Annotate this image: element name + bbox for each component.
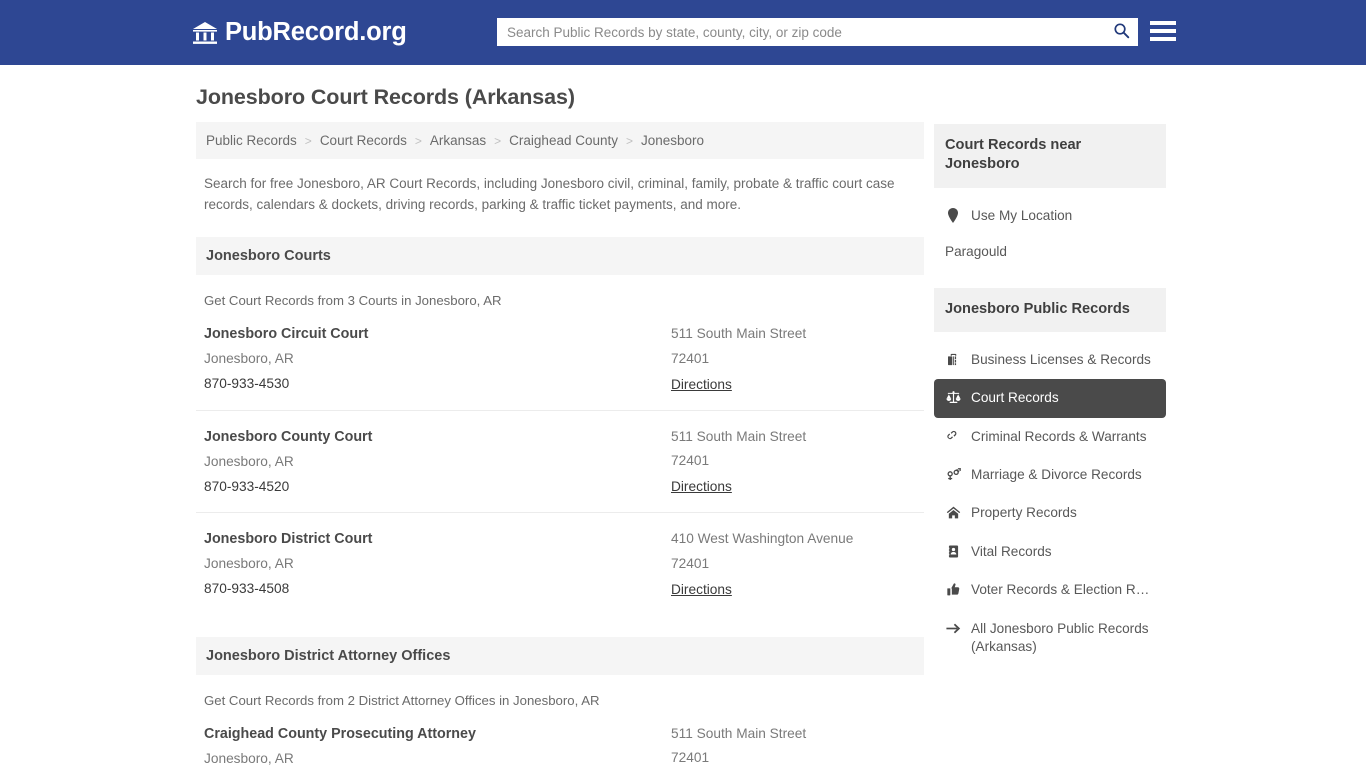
- handcuffs-icon: [945, 428, 961, 444]
- sidebar-near-heading: Court Records near Jonesboro: [934, 124, 1166, 188]
- listing-directions-link[interactable]: Directions: [671, 479, 732, 495]
- search-input[interactable]: [497, 18, 1104, 46]
- sidebar-records-list: Business Licenses & Records Court Records…: [934, 341, 1166, 666]
- listing-title[interactable]: Jonesboro District Court: [204, 531, 671, 547]
- breadcrumb-item-jonesboro[interactable]: Jonesboro: [641, 133, 704, 148]
- sidebar-records-heading: Jonesboro Public Records: [934, 287, 1166, 333]
- listing-row: Jonesboro Circuit Court Jonesboro, AR 870-…: [196, 308, 924, 411]
- venus-mars-icon: [945, 466, 961, 482]
- sidebar-item-label: Voter Records & Election R…: [971, 582, 1150, 598]
- site-logo-text: PubRecord.org: [225, 17, 407, 46]
- page-title: Jonesboro Court Records (Arkansas): [196, 85, 575, 109]
- search-button[interactable]: [1104, 18, 1138, 46]
- home-icon: [945, 504, 961, 520]
- page-intro-text: Search for free Jonesboro, AR Court Reco…: [204, 176, 895, 212]
- thumbs-up-icon: [945, 581, 961, 597]
- bank-icon: [192, 21, 218, 45]
- listing-directions-link[interactable]: Directions: [671, 377, 732, 393]
- listing-phone[interactable]: 870-933-4520: [204, 479, 671, 495]
- listing-address: 511 South Main Street: [671, 428, 807, 444]
- listing-left-column: Jonesboro District Court Jonesboro, AR 870…: [204, 531, 671, 599]
- sidebar-item-voter-records-election-r[interactable]: Voter Records & Election R…: [934, 571, 1166, 609]
- site-logo[interactable]: PubRecord.org: [192, 17, 407, 46]
- sidebar-item-label: Criminal Records & Warrants: [971, 428, 1147, 444]
- listing-row: Jonesboro District Court Jonesboro, AR 870…: [196, 513, 924, 615]
- breadcrumb-item-court-records[interactable]: Court Records: [320, 133, 407, 148]
- sidebar-nearby-place-paragould[interactable]: Paragould: [934, 235, 1166, 268]
- records-section: Jonesboro District Attorney Offices Get C…: [196, 636, 924, 768]
- listing-city-state: Jonesboro, AR: [204, 351, 294, 367]
- sidebar-item-label: All Jonesboro Public Records (Arkansas): [971, 620, 1149, 654]
- listing-phone[interactable]: 870-933-4508: [204, 581, 671, 597]
- sidebar-near-list: Use My Location Paragould: [934, 197, 1166, 268]
- id-card-icon: [945, 543, 961, 559]
- listing-zip: 72401: [671, 453, 710, 469]
- sections-container: Jonesboro Courts Get Court Records from 3…: [196, 237, 924, 768]
- listing-left-column: Jonesboro County Court Jonesboro, AR 870-9…: [204, 429, 671, 497]
- sidebar-item-label: Vital Records: [971, 543, 1052, 559]
- listing-title[interactable]: Jonesboro Circuit Court: [204, 326, 671, 342]
- listing-left-column: Jonesboro Circuit Court Jonesboro, AR 870-…: [204, 326, 671, 394]
- hamburger-menu-icon[interactable]: [1150, 18, 1176, 44]
- section-subheading: Get Court Records from 2 District Attorn…: [204, 692, 600, 708]
- breadcrumb-separator: >: [304, 133, 312, 148]
- listing-city-state: Jonesboro, AR: [204, 750, 294, 766]
- sidebar: Court Records near Jonesboro Use My Loca…: [934, 124, 1166, 666]
- map-pin-icon: [945, 207, 961, 223]
- listing-zip: 72401: [671, 555, 710, 571]
- breadcrumb-item-public-records[interactable]: Public Records: [206, 133, 297, 148]
- breadcrumb-separator: >: [626, 133, 634, 148]
- section-subheading: Get Court Records from 3 Courts in Jones…: [204, 293, 502, 309]
- breadcrumb-separator: >: [494, 133, 502, 148]
- sidebar-item-marriage-divorce-records[interactable]: Marriage & Divorce Records: [934, 456, 1166, 494]
- breadcrumb: Public Records > Court Records > Arkansas > Cr…: [196, 122, 924, 159]
- listing-address: 511 South Main Street: [671, 326, 807, 342]
- arrow-right-icon: [945, 620, 961, 636]
- use-my-location-label: Use My Location: [971, 207, 1073, 223]
- sidebar-item-all-jonesboro-public-records-arkansas[interactable]: All Jonesboro Public Records (Arkansas): [934, 610, 1166, 667]
- breadcrumb-item-arkansas[interactable]: Arkansas: [430, 133, 486, 148]
- listing-phone[interactable]: 870-933-4530: [204, 376, 671, 392]
- sidebar-item-court-records[interactable]: Court Records: [934, 379, 1166, 418]
- listing-title[interactable]: Jonesboro County Court: [204, 429, 671, 445]
- breadcrumb-item-craighead-county[interactable]: Craighead County: [509, 133, 618, 148]
- section-heading: Jonesboro District Attorney Offices: [196, 636, 924, 675]
- sidebar-item-business-licenses-records[interactable]: Business Licenses & Records: [934, 341, 1166, 379]
- listing-directions-link[interactable]: Directions: [671, 582, 732, 598]
- listing-city-state: Jonesboro, AR: [204, 556, 294, 572]
- listing-city-state: Jonesboro, AR: [204, 453, 294, 469]
- listing-row: Jonesboro County Court Jonesboro, AR 870-9…: [196, 411, 924, 514]
- search-bar: [497, 18, 1138, 46]
- site-header: PubRecord.org: [0, 0, 1366, 65]
- listing-row: Craighead County Prosecuting Attorney Jon…: [196, 708, 924, 768]
- listing-right-column: 410 West Washington Avenue 72401 Direction…: [671, 531, 924, 599]
- listing-zip: 72401: [671, 750, 710, 766]
- sidebar-item-label: Marriage & Divorce Records: [971, 467, 1142, 483]
- sidebar-item-label: Property Records: [971, 505, 1077, 521]
- listing-address: 511 South Main Street: [671, 725, 807, 741]
- breadcrumb-separator: >: [414, 133, 422, 148]
- listing-address: 410 West Washington Avenue: [671, 531, 854, 547]
- balance-scale-icon: [945, 389, 961, 405]
- sidebar-item-property-records[interactable]: Property Records: [934, 494, 1166, 532]
- sidebar-item-label: Court Records: [971, 390, 1059, 406]
- listing-right-column: 511 South Main Street72401Directions: [671, 726, 924, 768]
- main-content: Jonesboro Court Records (Arkansas) Publi…: [196, 85, 924, 768]
- use-my-location-button[interactable]: Use My Location: [934, 197, 1166, 235]
- sidebar-item-label: Business Licenses & Records: [971, 352, 1151, 368]
- sidebar-item-vital-records[interactable]: Vital Records: [934, 533, 1166, 571]
- records-section: Jonesboro Courts Get Court Records from 3…: [196, 237, 924, 615]
- listing-right-column: 511 South Main Street 72401 Directions: [671, 326, 924, 394]
- briefcase-icon: [945, 351, 961, 367]
- listing-zip: 72401: [671, 350, 710, 366]
- listing-title[interactable]: Craighead County Prosecuting Attorney: [204, 726, 671, 742]
- sidebar-item-criminal-records-warrants[interactable]: Criminal Records & Warrants: [934, 418, 1166, 456]
- section-heading: Jonesboro Courts: [196, 237, 924, 276]
- listing-right-column: 511 South Main Street 72401 Directions: [671, 429, 924, 497]
- search-icon: [1113, 22, 1130, 42]
- listing-left-column: Craighead County Prosecuting Attorney Jon…: [204, 726, 671, 768]
